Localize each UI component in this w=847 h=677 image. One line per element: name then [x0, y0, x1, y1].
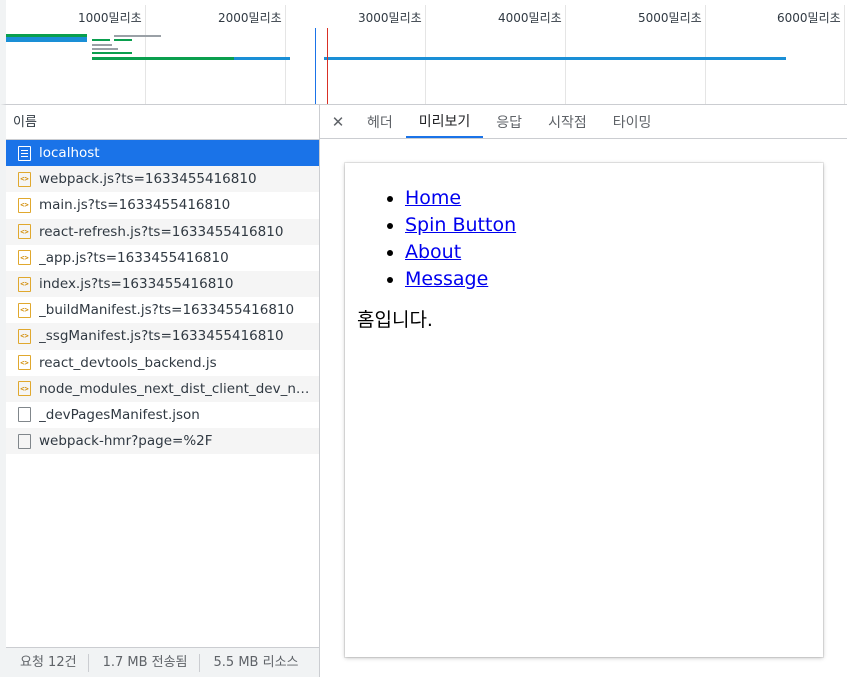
request-name: react_devtools_backend.js	[39, 354, 217, 371]
request-row[interactable]: webpack-hmr?page=%2F	[6, 428, 319, 455]
script-file-icon: <>	[18, 171, 31, 187]
tab-initiator[interactable]: 시작점	[535, 105, 600, 138]
tab-preview[interactable]: 미리보기	[405, 105, 484, 138]
request-row[interactable]: _devPagesManifest.json	[6, 402, 319, 428]
tab-headers[interactable]: 헤더	[354, 105, 406, 138]
list-item: Home	[405, 185, 823, 212]
request-name: main.js?ts=1633455416810	[39, 197, 231, 214]
request-row[interactable]: <> react-refresh.js?ts=1633455416810	[6, 218, 319, 245]
preview-frame: Home Spin Button About Message 홈입니다.	[345, 163, 823, 657]
load-event-marker	[327, 28, 328, 104]
waterfall-bar	[234, 57, 290, 60]
nav-link-spin-button[interactable]: Spin Button	[405, 214, 516, 236]
request-name: _buildManifest.js?ts=1633455416810	[39, 302, 295, 319]
file-icon	[18, 433, 31, 449]
script-file-icon: <>	[18, 328, 31, 344]
request-name: react-refresh.js?ts=1633455416810	[39, 223, 284, 240]
status-bar: 요청 12건 1.7 MB 전송됨 5.5 MB 리소스	[6, 647, 319, 677]
script-file-icon: <>	[18, 224, 31, 240]
preview-page-text: 홈입니다.	[357, 309, 433, 331]
waterfall-bar	[6, 34, 87, 37]
script-file-icon: <>	[18, 355, 31, 371]
waterfall-bar	[92, 39, 110, 41]
waterfall-bar	[324, 57, 786, 60]
script-file-icon: <>	[18, 250, 31, 266]
nav-link-home[interactable]: Home	[405, 187, 461, 209]
request-row[interactable]: <> _app.js?ts=1633455416810	[6, 245, 319, 271]
request-name: node_modules_next_dist_client_dev_no...	[39, 380, 311, 397]
request-list: localhost <> webpack.js?ts=1633455416810 <>…	[6, 140, 319, 455]
file-icon	[18, 407, 31, 423]
request-name: _app.js?ts=1633455416810	[39, 249, 229, 266]
timeline-tick: 2000밀리초	[218, 11, 282, 25]
preview-nav-list: Home Spin Button About Message	[357, 185, 823, 293]
timeline-overview[interactable]: 1000밀리초 2000밀리초 3000밀리초 4000밀리초 5000밀리초 …	[0, 0, 847, 105]
request-name: webpack-hmr?page=%2F	[39, 433, 213, 450]
waterfall-bar	[92, 52, 132, 54]
request-row[interactable]: localhost	[6, 140, 319, 167]
request-detail-panel: ✕ 헤더 미리보기 응답 시작점 타이밍 Home Spin Button Ab…	[320, 105, 847, 677]
script-file-icon: <>	[18, 302, 31, 318]
resources-size: 5.5 MB 리소스	[213, 654, 299, 670]
request-row[interactable]: <> webpack.js?ts=1633455416810	[6, 166, 319, 193]
request-row[interactable]: <> index.js?ts=1633455416810	[6, 270, 319, 298]
timeline-tick: 4000밀리초	[498, 11, 562, 25]
dom-content-loaded-marker	[315, 28, 316, 104]
request-row[interactable]: <> main.js?ts=1633455416810	[6, 192, 319, 218]
request-row[interactable]: <> _buildManifest.js?ts=1633455416810	[6, 297, 319, 323]
waterfall-bar	[92, 44, 112, 46]
script-file-icon: <>	[18, 197, 31, 213]
name-column-header[interactable]: 이름	[6, 105, 319, 140]
waterfall-bar	[114, 39, 132, 41]
timeline-tick: 6000밀리초	[777, 11, 841, 25]
request-name: _ssgManifest.js?ts=1633455416810	[39, 328, 284, 345]
request-row[interactable]: <> _ssgManifest.js?ts=1633455416810	[6, 323, 319, 350]
nav-link-about[interactable]: About	[405, 241, 461, 263]
request-name: webpack.js?ts=1633455416810	[39, 171, 257, 188]
timeline-tick: 3000밀리초	[358, 11, 422, 25]
request-name: localhost	[39, 145, 100, 162]
list-item: About	[405, 239, 823, 266]
document-icon	[18, 145, 31, 161]
list-item: Spin Button	[405, 212, 823, 239]
request-list-panel: 이름 localhost <> webpack.js?ts=163345541681…	[0, 105, 320, 677]
waterfall-bar	[114, 35, 161, 37]
list-item: Message	[405, 266, 823, 293]
nav-link-message[interactable]: Message	[405, 268, 488, 290]
request-row[interactable]: <> node_modules_next_dist_client_dev_no..…	[6, 375, 319, 402]
request-count: 요청 12건	[6, 653, 89, 672]
tab-timing[interactable]: 타이밍	[600, 105, 665, 138]
timeline-tick: 1000밀리초	[78, 11, 142, 25]
script-file-icon: <>	[18, 381, 31, 397]
script-file-icon: <>	[18, 276, 31, 292]
transferred-size: 1.7 MB 전송됨	[89, 653, 200, 672]
detail-tab-bar: ✕ 헤더 미리보기 응답 시작점 타이밍	[320, 105, 847, 139]
request-row[interactable]: <> react_devtools_backend.js	[6, 350, 319, 376]
timeline-tick: 5000밀리초	[638, 11, 702, 25]
request-name: _devPagesManifest.json	[39, 406, 200, 423]
waterfall-bar	[92, 57, 234, 60]
waterfall-bar	[92, 48, 118, 50]
request-name: index.js?ts=1633455416810	[39, 276, 234, 293]
tab-response[interactable]: 응답	[483, 105, 535, 138]
close-icon[interactable]: ✕	[328, 105, 348, 138]
